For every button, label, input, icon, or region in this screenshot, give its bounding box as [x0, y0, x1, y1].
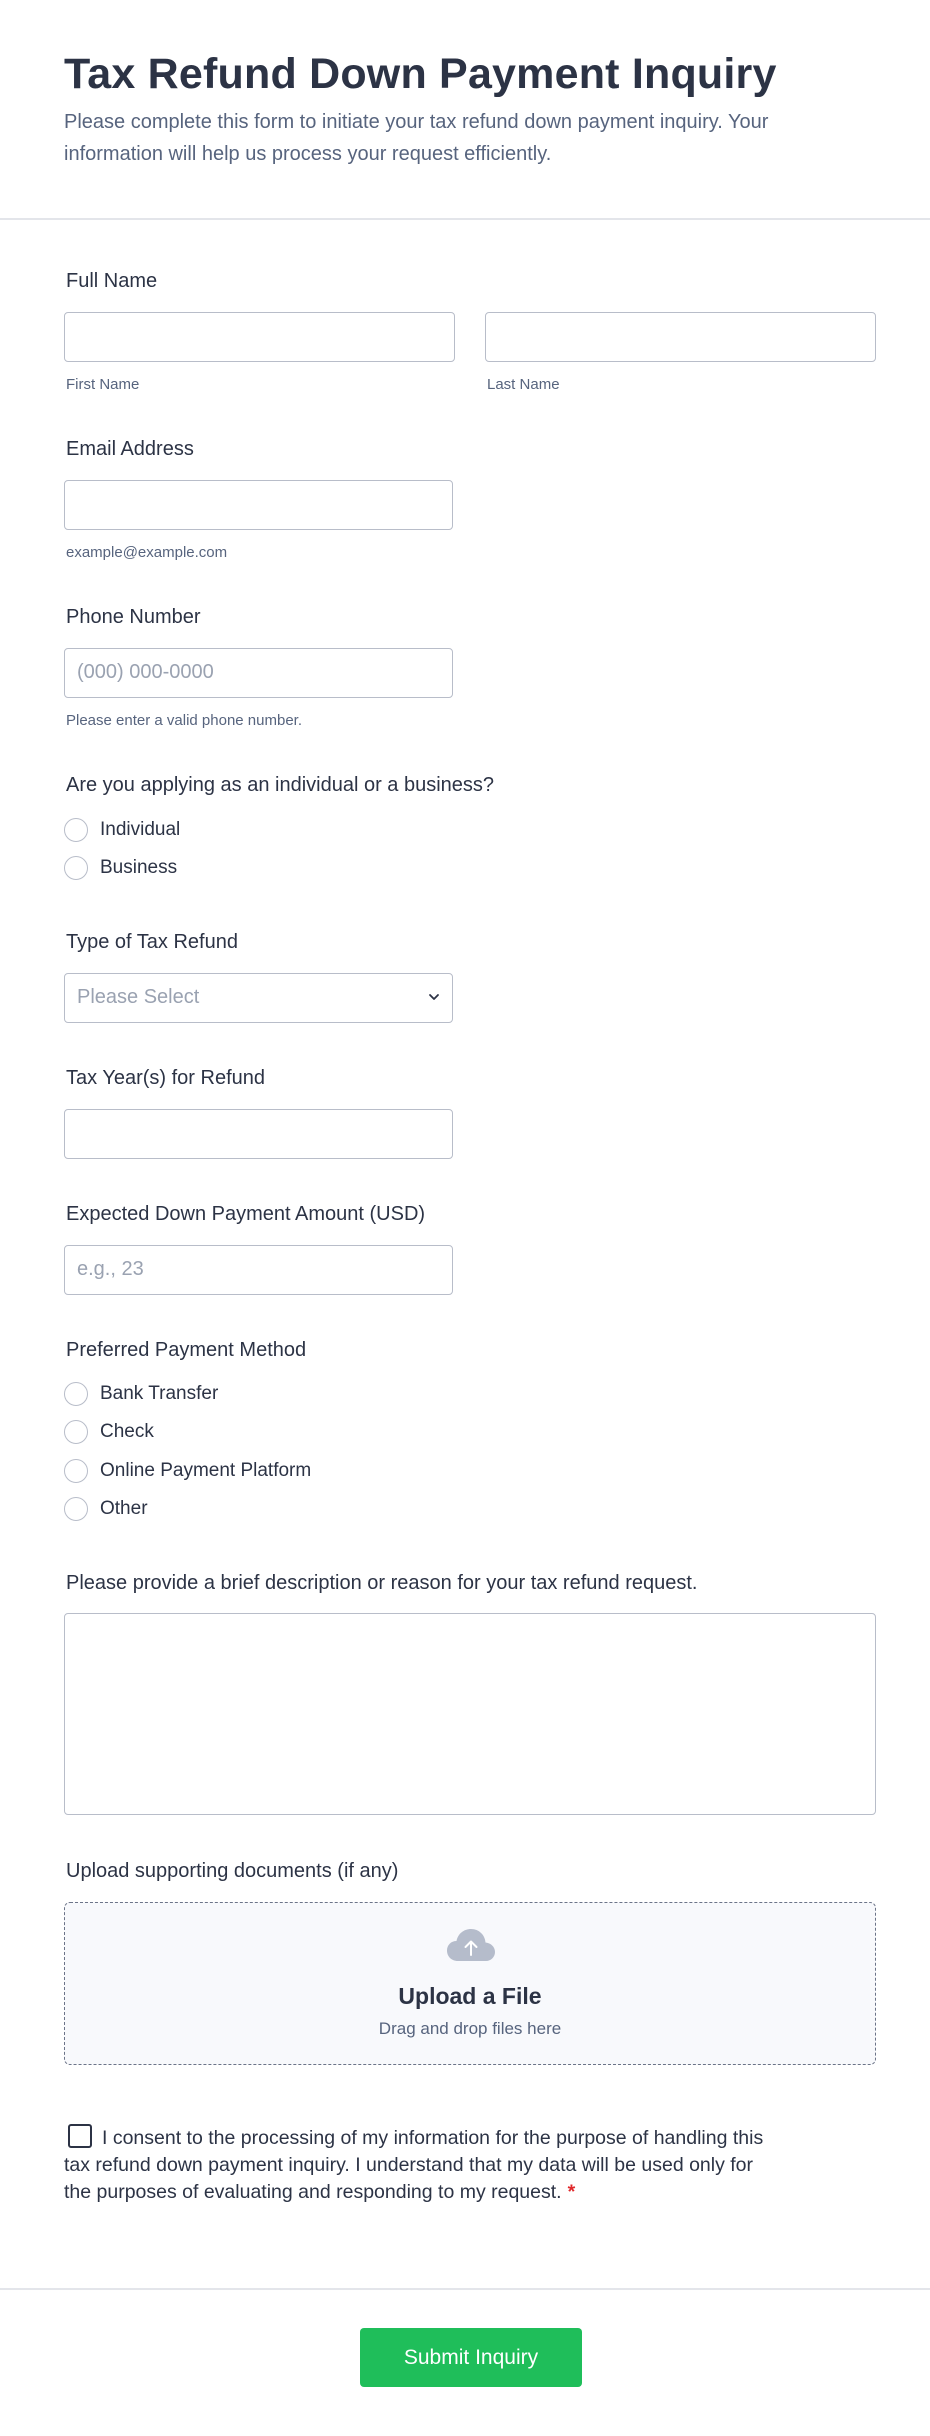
refund-type-label: Type of Tax Refund: [66, 931, 238, 953]
phone-sublabel: Please enter a valid phone number.: [66, 712, 302, 729]
submit-button[interactable]: Submit Inquiry: [360, 2328, 582, 2387]
applicant-type-label: Are you applying as an individual or a b…: [66, 774, 495, 796]
radio-label: Bank Transfer: [100, 1383, 219, 1404]
email-label: Email Address: [66, 438, 194, 460]
consent-field: I consent to the processing of my inform…: [64, 2124, 784, 2206]
form-page: Tax Refund Down Payment Inquiry Please c…: [0, 0, 930, 2436]
last-name-sublabel: Last Name: [487, 376, 560, 393]
upload-title: Upload a File: [398, 1983, 542, 2009]
radio-label: Other: [100, 1498, 148, 1519]
email-input[interactable]: [64, 480, 453, 530]
radio-option-individual[interactable]: Individual: [64, 816, 180, 844]
radio-button[interactable]: [64, 1382, 88, 1406]
refund-type-selected: Please Select: [77, 986, 200, 1008]
radio-button[interactable]: [64, 856, 88, 880]
full-name-label: Full Name: [66, 270, 158, 292]
payment-method-label: Preferred Payment Method: [66, 1339, 307, 1361]
description-label: Please provide a brief description or re…: [66, 1572, 698, 1594]
radio-button[interactable]: [64, 1459, 88, 1483]
radio-option-other[interactable]: Other: [64, 1495, 148, 1523]
description-textarea[interactable]: [64, 1613, 876, 1815]
cloud-upload-icon: [447, 1929, 495, 1961]
tax-years-input[interactable]: [64, 1109, 453, 1159]
down-payment-placeholder: e.g., 23: [77, 1258, 144, 1280]
last-name-input[interactable]: [485, 312, 876, 362]
upload-label: Upload supporting documents (if any): [66, 1860, 399, 1882]
consent-checkbox[interactable]: [68, 2124, 92, 2148]
form-title: Tax Refund Down Payment Inquiry: [64, 50, 777, 98]
down-payment-label: Expected Down Payment Amount (USD): [66, 1203, 426, 1225]
radio-label: Individual: [100, 819, 181, 840]
first-name-input[interactable]: [64, 312, 455, 362]
phone-input[interactable]: (000) 000-0000: [64, 648, 453, 698]
tax-years-label: Tax Year(s) for Refund: [66, 1067, 265, 1089]
email-sublabel: example@example.com: [66, 544, 228, 561]
down-payment-input[interactable]: e.g., 23: [64, 1245, 453, 1295]
first-name-sublabel: First Name: [66, 376, 140, 393]
chevron-down-icon: [429, 994, 439, 1000]
radio-option-check[interactable]: Check: [64, 1418, 154, 1446]
radio-label: Check: [100, 1421, 154, 1442]
phone-label: Phone Number: [66, 606, 201, 628]
radio-button[interactable]: [64, 818, 88, 842]
form-footer: Submit Inquiry: [0, 2288, 930, 2436]
radio-button[interactable]: [64, 1420, 88, 1444]
required-asterisk: *: [567, 2181, 576, 2203]
radio-button[interactable]: [64, 1497, 88, 1521]
upload-hint: Drag and drop files here: [378, 2019, 562, 2038]
consent-text: I consent to the processing of my inform…: [64, 2127, 764, 2203]
radio-option-bank-transfer[interactable]: Bank Transfer: [64, 1380, 218, 1408]
form-header: Tax Refund Down Payment Inquiry Please c…: [0, 0, 930, 220]
file-upload-dropzone[interactable]: Upload a File Drag and drop files here: [64, 1902, 876, 2065]
refund-type-select[interactable]: Please Select: [64, 973, 453, 1023]
phone-placeholder: (000) 000-0000: [77, 661, 214, 683]
radio-option-online-payment[interactable]: Online Payment Platform: [64, 1457, 311, 1485]
form-description: Please complete this form to initiate yo…: [64, 111, 769, 165]
radio-option-business[interactable]: Business: [64, 854, 177, 882]
radio-label: Business: [100, 857, 178, 878]
radio-label: Online Payment Platform: [100, 1460, 312, 1481]
